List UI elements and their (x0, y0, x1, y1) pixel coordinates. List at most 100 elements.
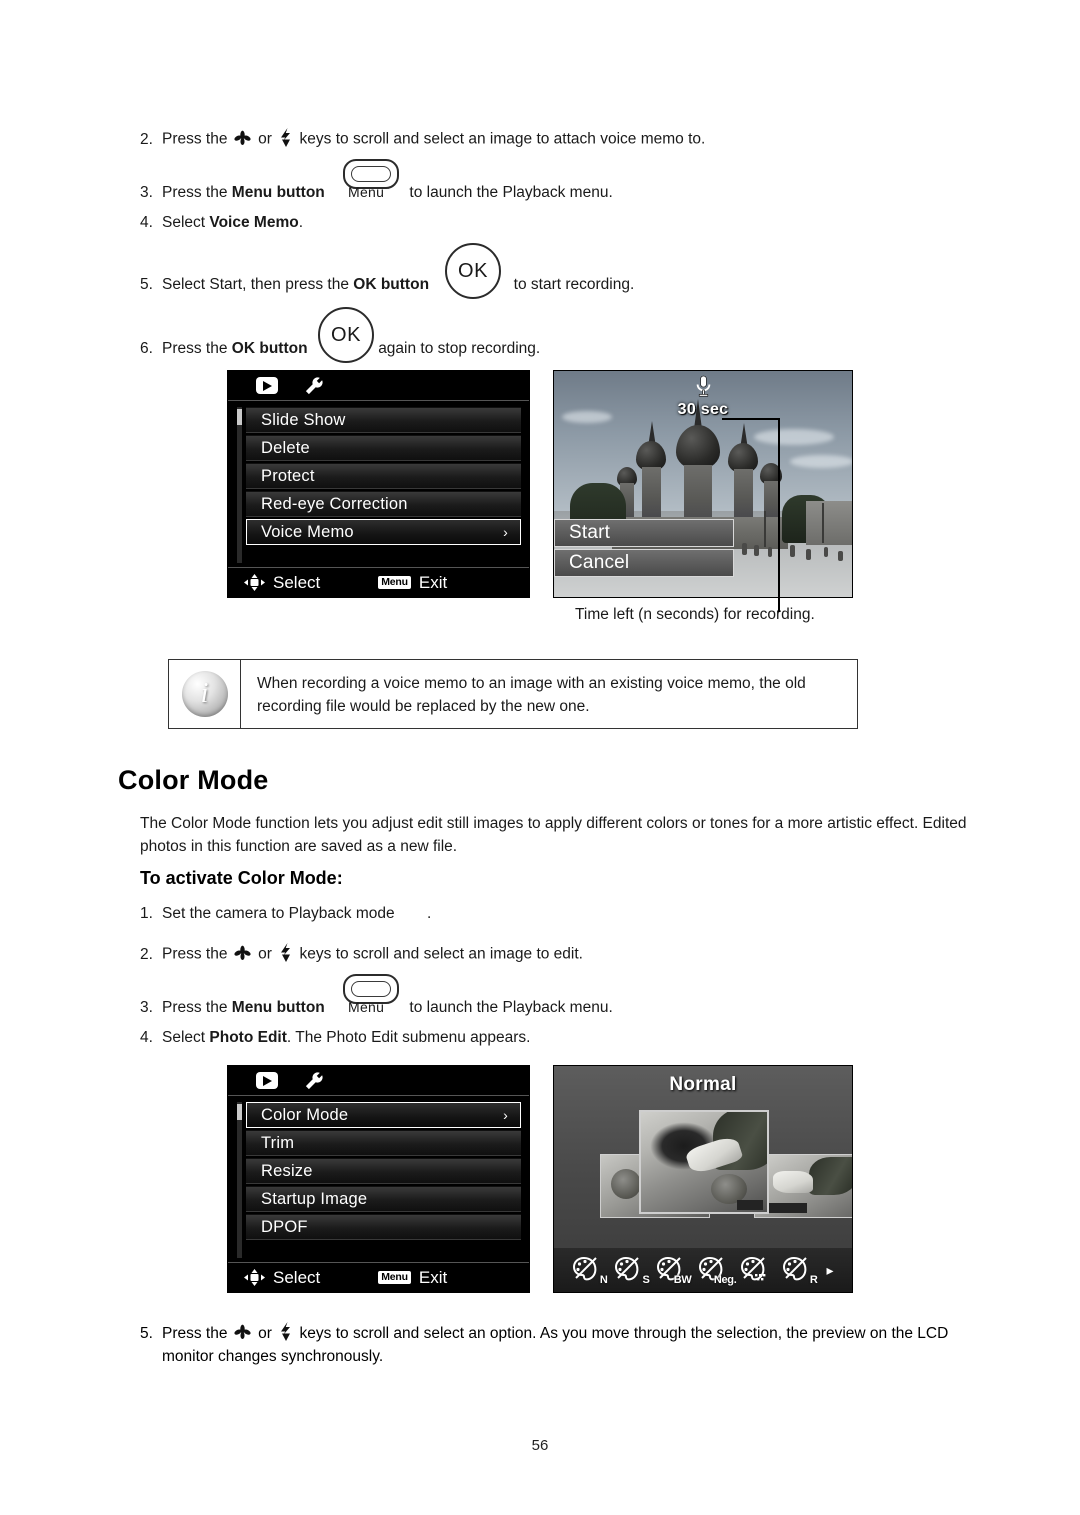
step-2-voice-memo: 2. Press the or keys to scroll and select… (140, 128, 705, 151)
color-mode-preview-screenshot: Normal N S BW Neg. R ▸ (553, 1065, 853, 1293)
menu-item-label: Trim (261, 1133, 295, 1152)
note-box: i When recording a voice memo to an imag… (168, 659, 858, 729)
option-cancel[interactable]: Cancel (554, 549, 734, 577)
menu-item-color-mode[interactable]: Color Mode › (246, 1102, 521, 1128)
photo-edit-menu-footer: Select Menu Exit (228, 1262, 529, 1292)
step-6-number: 6. (140, 340, 153, 357)
cm-step-2-text-mid: or (258, 945, 272, 963)
far-building (806, 501, 852, 545)
menu-badge-icon: Menu (378, 1271, 411, 1284)
cm-step-4-text-pre: Select (162, 1029, 206, 1046)
step-5-bold: OK button (353, 276, 430, 293)
menu-item-label: Color Mode (261, 1105, 349, 1124)
step-2-text-post: keys to scroll and select an image to at… (299, 130, 706, 148)
step-2-number: 2. (140, 130, 153, 148)
cm-step-2-text-pre: Press the (162, 945, 228, 963)
cm-step-5: 5. Press the or keys to scroll and selec… (140, 1322, 980, 1368)
dpad-icon (244, 574, 265, 591)
cm-step-4-number: 4. (140, 1029, 153, 1046)
playback-icon[interactable] (256, 377, 278, 394)
cm-step-4-bold: Photo Edit (209, 1029, 287, 1046)
menu-button-caption-2: Menu (348, 999, 385, 1015)
voice-memo-indicator: 30 sec (554, 375, 852, 419)
page-title: Color Mode (118, 765, 269, 795)
color-mode-blackwhite-icon[interactable]: BW (656, 1255, 692, 1286)
macro-icon (234, 945, 251, 962)
color-mode-normal-icon[interactable]: N (572, 1255, 608, 1286)
flash-icon (279, 128, 293, 148)
note-icon-cell: i (169, 660, 241, 728)
wrench-icon[interactable] (304, 376, 324, 396)
step-3-number: 3. (140, 184, 153, 201)
menu-item-protect[interactable]: Protect (246, 463, 521, 489)
menu-item-trim[interactable]: Trim (246, 1130, 521, 1156)
wrench-icon[interactable] (304, 1071, 324, 1091)
menu-badge-icon: Menu (378, 576, 411, 589)
info-icon: i (181, 671, 228, 717)
flash-icon (279, 1322, 293, 1342)
menu-scrollbar-thumb[interactable] (237, 409, 242, 425)
step-6-text-post: again to stop recording. (378, 340, 541, 357)
playback-icon[interactable] (256, 1072, 278, 1089)
cm-step-5-text-pre: Press the (162, 1325, 228, 1342)
menu-item-startup-image[interactable]: Startup Image (246, 1186, 521, 1212)
step-3-text-pre: Press the (162, 184, 228, 201)
menu-button-caption: Menu (348, 184, 385, 200)
cm-step-3-bold: Menu button (231, 999, 325, 1016)
menu-item-red-eye-correction[interactable]: Red-eye Correction (246, 491, 521, 517)
step-2-text-pre: Press the (162, 130, 228, 148)
cm-step-2-text-post: keys to scroll and select an image to ed… (299, 945, 583, 963)
person (838, 551, 843, 561)
cm-step-3-text-post: to launch the Playback menu. (409, 999, 613, 1016)
subheading-activate-color-mode: To activate Color Mode: (140, 868, 343, 888)
step-4-number: 4. (140, 214, 153, 231)
cm-step-2: 2. Press the or keys to scroll and select… (140, 943, 583, 966)
menu-item-label: Resize (261, 1161, 313, 1180)
footer-exit-label: Exit (418, 1267, 448, 1287)
page-number: 56 (531, 1437, 549, 1454)
dpad-icon (244, 1269, 265, 1286)
menu-item-label: Startup Image (261, 1189, 368, 1208)
footer-select-label: Select (273, 1267, 321, 1287)
preview-thumb-main[interactable] (639, 1110, 769, 1214)
color-mode-label: S (642, 1274, 650, 1286)
color-mode-mosaic-icon[interactable] (740, 1255, 774, 1285)
menu-item-voice-memo[interactable]: Voice Memo › (246, 519, 521, 545)
photo-edit-menu-list: Color Mode › Trim Resize Startup Image D… (228, 1096, 529, 1262)
menu-item-label: Red-eye Correction (261, 494, 408, 513)
cm-step-1-number: 1. (140, 905, 153, 922)
color-mode-red-icon[interactable]: R (782, 1255, 818, 1286)
color-mode-sepia-icon[interactable]: S (614, 1255, 650, 1286)
microphone-icon (695, 375, 712, 397)
color-mode-label: BW (673, 1274, 692, 1286)
playback-menu-screenshot: Slide Show Delete Protect Red-eye Correc… (227, 370, 530, 598)
cm-step-5-text-mid: or (258, 1325, 272, 1342)
menu-item-dpof[interactable]: DPOF (246, 1214, 521, 1240)
color-mode-negative-icon[interactable]: Neg. (698, 1255, 737, 1286)
step-3-bold: Menu button (231, 184, 325, 201)
menu-scrollbar-thumb[interactable] (237, 1104, 242, 1120)
next-page-arrow-icon[interactable]: ▸ (826, 1262, 833, 1279)
menu-item-resize[interactable]: Resize (246, 1158, 521, 1184)
menu-item-slide-show[interactable]: Slide Show (246, 407, 521, 433)
step-3-text-post: to launch the Playback menu. (409, 184, 613, 201)
playback-menu-footer: Select Menu Exit (228, 567, 529, 597)
person (824, 547, 828, 557)
callout-leader-line (722, 418, 780, 612)
menu-item-label: Slide Show (261, 410, 346, 429)
cm-step-2-number: 2. (140, 945, 153, 963)
menu-scrollbar-track[interactable] (237, 1102, 242, 1258)
menu-scrollbar-track[interactable] (237, 407, 242, 563)
playback-menu-tabbar (228, 371, 529, 401)
color-mode-intro: The Color Mode function lets you adjust … (140, 815, 967, 855)
step-5-voice-memo: 5. Select Start, then press the OK button… (140, 274, 634, 296)
color-mode-label: R (809, 1274, 818, 1286)
cm-step-1: 1. Set the camera to Playback mode . (140, 903, 431, 925)
menu-item-label: Protect (261, 466, 315, 485)
macro-icon (234, 130, 251, 147)
option-start[interactable]: Start (554, 519, 734, 547)
color-mode-title: Normal (669, 1074, 737, 1095)
lamp-post (822, 503, 824, 543)
menu-item-delete[interactable]: Delete (246, 435, 521, 461)
menu-item-label: DPOF (261, 1217, 308, 1236)
